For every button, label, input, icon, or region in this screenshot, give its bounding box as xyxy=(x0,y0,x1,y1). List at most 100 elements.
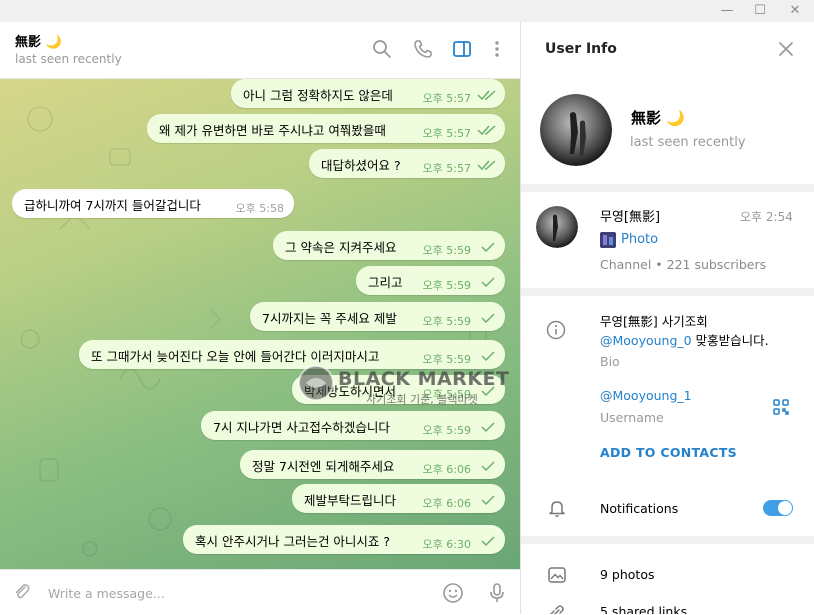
chat-header: 無影 🌙 last seen recently xyxy=(0,22,520,79)
bio-line2: 맞홍받습니다. xyxy=(691,333,769,348)
message-time: 오후 6:06 xyxy=(422,463,471,476)
shared-links-count[interactable]: 5 shared links xyxy=(600,604,687,614)
message-text: 7시까지는 꼭 주세요 제발 xyxy=(262,311,397,326)
message-bubble[interactable]: 7시 지나가면 사고접수하겠습니다 오후 5:59 xyxy=(201,411,505,440)
info-icon xyxy=(546,320,566,340)
message-bubble[interactable]: 박제방도하시면서 오후 5:59 xyxy=(292,375,505,404)
message-text: 정말 7시전엔 되게해주세요 xyxy=(252,459,395,474)
message-time: 오후 5:57 xyxy=(422,127,471,140)
channel-avatar xyxy=(536,206,578,248)
message-text: 대답하셨어요 ? xyxy=(321,158,401,173)
message-bubble[interactable]: 왜 제가 유변하면 바로 주시냐고 여쭤봤을때 오후 5:57 xyxy=(147,114,505,143)
phone-icon[interactable] xyxy=(412,38,434,60)
message-bubble[interactable]: 혹시 안주시거나 그러는건 아니시죠 ? 오후 6:30 xyxy=(183,525,505,554)
close-window-button[interactable]: ✕ xyxy=(778,0,812,22)
panel-title: User Info xyxy=(545,41,617,57)
message-bubble[interactable]: 정말 7시전엔 되게해주세요 오후 6:06 xyxy=(240,450,505,479)
bio-handle-link[interactable]: @Mooyoung_0 xyxy=(600,333,692,348)
message-text: 그리고 xyxy=(368,275,403,290)
message-time: 오후 5:57 xyxy=(422,92,471,105)
message-text: 또 그때가서 늦어진다 오늘 안에 들어간다 이러지마시고 xyxy=(91,349,380,364)
check-icon xyxy=(481,351,495,362)
microphone-icon[interactable] xyxy=(486,582,508,604)
attach-icon[interactable] xyxy=(12,582,32,602)
message-composer xyxy=(0,569,520,615)
maximize-button[interactable]: ☐ xyxy=(743,0,777,22)
message-time: 오후 6:30 xyxy=(422,538,471,551)
message-time: 오후 5:59 xyxy=(422,244,471,257)
window-titlebar: — ☐ ✕ xyxy=(0,0,814,22)
user-info-panel: User Info 無影 🌙 last seen recently 무영[無影]… xyxy=(521,22,814,614)
message-bubble[interactable]: 아니 그럼 정확하지도 않은데 오후 5:57 xyxy=(231,79,505,108)
user-status: last seen recently xyxy=(630,135,746,150)
channel-name: 무영[無影] xyxy=(600,210,661,225)
close-icon[interactable] xyxy=(777,40,795,58)
toggle-knob xyxy=(778,501,792,515)
message-bubble[interactable]: 그 약속은 지켜주세요 오후 5:59 xyxy=(273,231,505,260)
notifications-toggle[interactable] xyxy=(763,500,793,516)
photo-icon xyxy=(548,567,566,583)
message-bubble[interactable]: 그리고 오후 5:59 xyxy=(356,266,505,295)
double-check-icon xyxy=(477,90,496,101)
channel-time: 오후 2:54 xyxy=(740,210,793,224)
message-bubble[interactable]: 대답하셨어요 ? 오후 5:57 xyxy=(309,149,505,178)
section-separator xyxy=(521,536,814,544)
message-bubble[interactable]: 7시까지는 꼭 주세요 제발 오후 5:59 xyxy=(250,302,505,331)
more-options-icon[interactable] xyxy=(486,38,508,60)
search-icon[interactable] xyxy=(371,38,393,60)
peer-status: last seen recently xyxy=(15,52,122,66)
message-text: 왜 제가 유변하면 바로 주시냐고 여쭤봤을때 xyxy=(159,123,386,138)
message-bubble-incoming[interactable]: 급하니까여 7시까지 들어갈겁니다 오후 5:58 xyxy=(12,189,294,218)
minimize-button[interactable]: — xyxy=(710,0,744,22)
message-text: 그 약속은 지켜주세요 xyxy=(285,240,397,255)
check-icon xyxy=(481,242,495,253)
message-text: 제발부탁드립니다 xyxy=(304,493,397,508)
bio-label: Bio xyxy=(600,354,620,369)
channel-last-message: Photo xyxy=(621,232,659,247)
message-time: 오후 6:06 xyxy=(422,497,471,510)
check-icon xyxy=(481,313,495,324)
user-name: 無影 🌙 xyxy=(631,109,685,127)
photos-count[interactable]: 9 photos xyxy=(600,567,655,582)
sidebar-toggle-icon[interactable] xyxy=(451,38,473,60)
username-value[interactable]: @Mooyoung_1 xyxy=(600,388,692,403)
check-icon xyxy=(481,422,495,433)
message-input[interactable] xyxy=(46,581,420,605)
bell-icon xyxy=(549,501,565,517)
message-time: 오후 5:59 xyxy=(422,388,471,401)
check-icon xyxy=(481,536,495,547)
channel-meta: Channel • 221 subscribers xyxy=(600,257,767,272)
message-time: 오후 5:58 xyxy=(235,202,284,215)
message-bubble[interactable]: 제발부탁드립니다 오후 6:06 xyxy=(292,484,505,513)
check-icon xyxy=(481,386,495,397)
notifications-label: Notifications xyxy=(600,501,679,516)
check-icon xyxy=(481,495,495,506)
section-separator xyxy=(521,288,814,296)
message-time: 오후 5:59 xyxy=(422,424,471,437)
check-icon xyxy=(481,461,495,472)
messages-area[interactable]: 아니 그럼 정확하지도 않은데 오후 5:57 왜 제가 유변하면 바로 주시냐… xyxy=(0,79,520,569)
photo-thumbnail-icon xyxy=(600,232,616,248)
add-to-contacts-button[interactable]: ADD TO CONTACTS xyxy=(600,445,737,460)
link-icon xyxy=(550,605,564,614)
message-text: 아니 그럼 정확하지도 않은데 xyxy=(243,88,393,103)
double-check-icon xyxy=(477,160,496,171)
message-text: 박제방도하시면서 xyxy=(304,384,397,399)
message-text: 혹시 안주시거나 그러는건 아니시죠 ? xyxy=(195,534,391,549)
section-separator xyxy=(521,184,814,192)
username-label: Username xyxy=(600,410,664,425)
emoji-icon[interactable] xyxy=(442,582,464,604)
message-time: 오후 5:59 xyxy=(422,315,471,328)
bio-line1: 무영[無影] 사기조회 xyxy=(600,314,708,329)
message-time: 오후 5:57 xyxy=(422,162,471,175)
check-icon xyxy=(481,277,495,288)
message-bubble[interactable]: 또 그때가서 늦어진다 오늘 안에 들어간다 이러지마시고 오후 5:59 xyxy=(79,340,505,369)
message-time: 오후 5:59 xyxy=(422,279,471,292)
double-check-icon xyxy=(477,125,496,136)
avatar[interactable] xyxy=(540,94,612,166)
bio-text: 무영[無影] 사기조회 @Mooyoung_0 맞홍받습니다. xyxy=(600,312,769,350)
message-text: 7시 지나가면 사고접수하겠습니다 xyxy=(213,420,390,435)
message-text: 급하니까여 7시까지 들어갈겁니다 xyxy=(24,198,201,213)
qr-code-icon[interactable] xyxy=(772,398,790,416)
peer-name[interactable]: 無影 🌙 xyxy=(15,31,62,50)
